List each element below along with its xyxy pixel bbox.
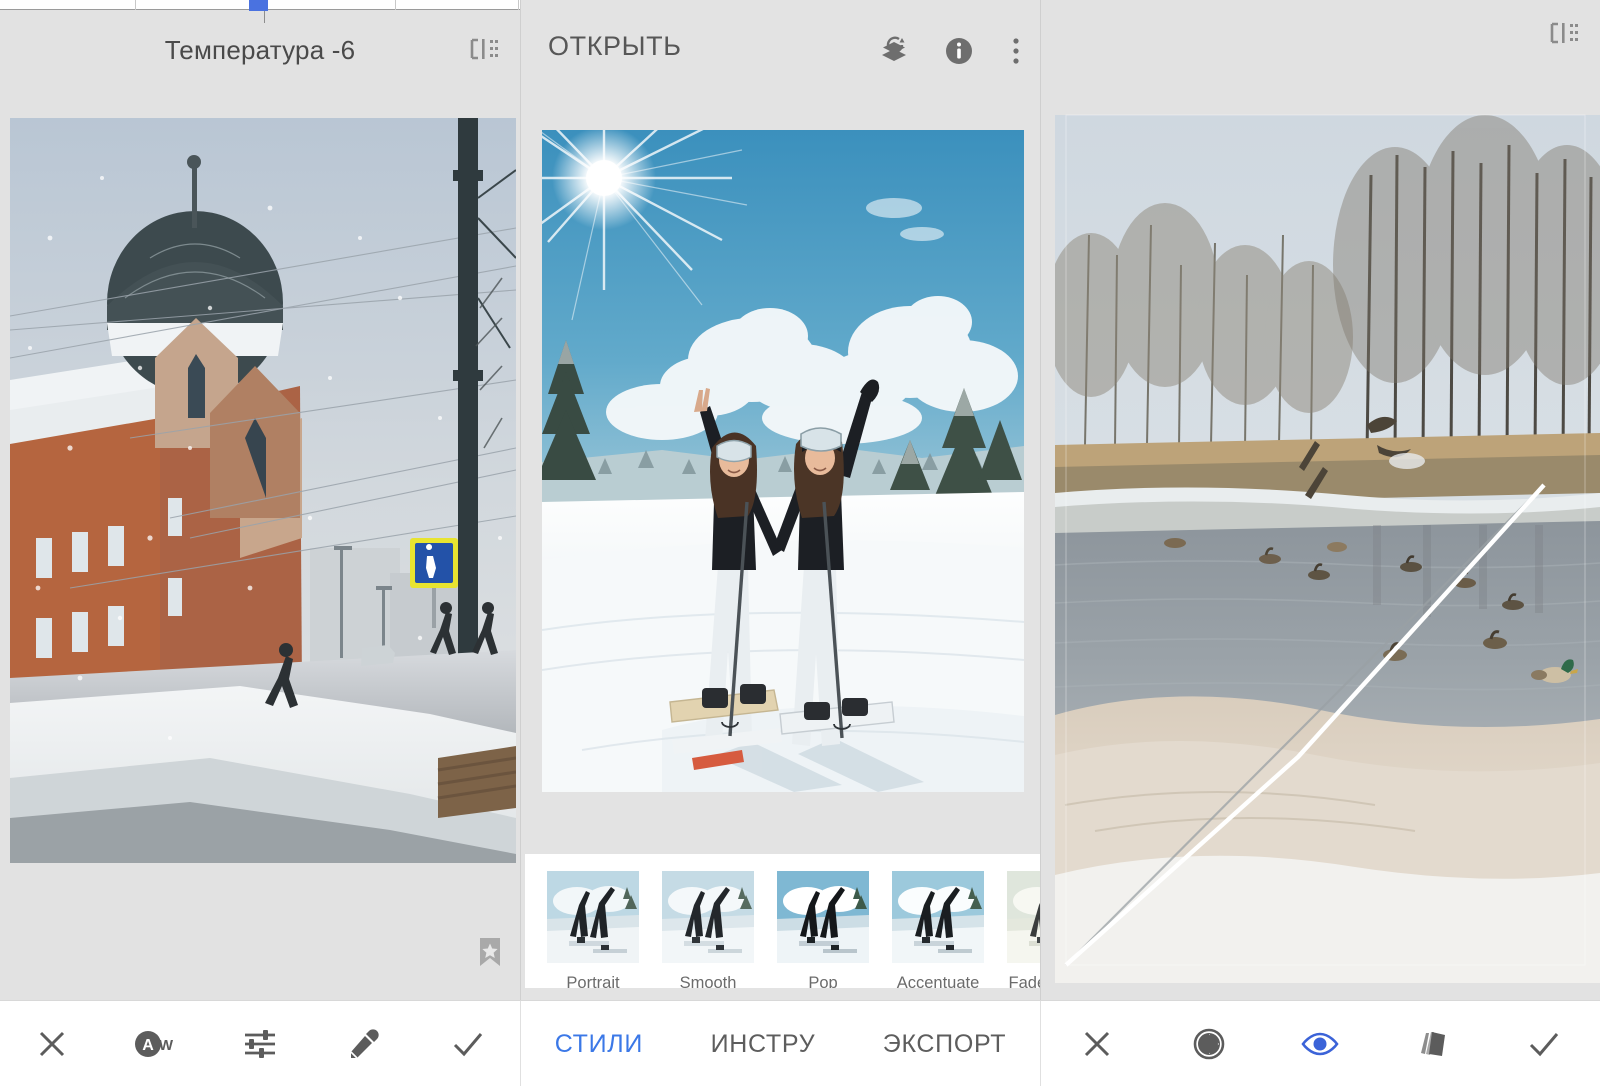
compare-split-icon[interactable] [1547, 18, 1581, 48]
aw-auto-white-balance-icon[interactable]: A W [126, 1014, 186, 1074]
slider-tick [518, 0, 519, 10]
center-tabs: СТИЛИ ИНСТРУ ЭКСПОРТ [520, 1001, 1040, 1086]
right-editor-panel [1040, 0, 1600, 1086]
style-label: Faded Glow [1008, 974, 1040, 988]
style-item-portrait[interactable]: Portrait [547, 871, 639, 988]
svg-text:W: W [159, 1037, 174, 1054]
bottom-toolbar: A W СТИЛИ ИНСТРУ ЭКСПОРТ [0, 1000, 1600, 1086]
sliders-icon[interactable] [230, 1014, 290, 1074]
style-thumbnail [777, 871, 869, 963]
style-thumbnail [1007, 871, 1040, 963]
slider-tick [135, 0, 136, 10]
eyedropper-icon[interactable] [334, 1014, 394, 1074]
tab-styles[interactable]: СТИЛИ [551, 1024, 647, 1065]
temperature-label: Температура -6 [164, 34, 356, 65]
compare-split-icon[interactable] [467, 34, 501, 64]
temperature-slider-handle[interactable] [249, 0, 268, 11]
style-thumbnail [662, 871, 754, 963]
style-label: Pop [808, 974, 838, 988]
close-x-icon[interactable] [22, 1014, 82, 1074]
right-toolbar [1040, 1001, 1600, 1086]
style-item-smooth[interactable]: Smooth [662, 871, 754, 988]
style-thumbnail [892, 871, 984, 963]
styles-strip: Portrait Smooth Pop Accentuate Fad [525, 853, 1040, 988]
center-photo[interactable] [542, 130, 1024, 792]
styles-row: Portrait Smooth Pop Accentuate Fad [547, 871, 1040, 988]
eye-icon[interactable] [1290, 1014, 1350, 1074]
info-circle-icon[interactable] [941, 33, 977, 69]
style-label: Smooth [679, 974, 737, 988]
right-photo[interactable] [1055, 115, 1600, 983]
style-thumbnail [547, 871, 639, 963]
more-vertical-icon[interactable] [998, 33, 1034, 69]
left-photo[interactable] [10, 118, 516, 863]
slider-tick [395, 0, 396, 10]
left-toolbar: A W [0, 1001, 520, 1086]
style-item-pop[interactable]: Pop [777, 871, 869, 988]
panel-divider-right [1040, 0, 1041, 1086]
center-panel-header: ОТКРЫТЬ [520, 9, 1040, 81]
close-x-icon[interactable] [1067, 1014, 1127, 1074]
checkmark-icon[interactable] [438, 1014, 498, 1074]
bookmark-star-icon[interactable] [477, 937, 503, 967]
contrast-circle-icon[interactable] [1179, 1014, 1239, 1074]
left-editor-panel: Температура -6 [0, 0, 520, 1086]
style-item-faded-glow[interactable]: Faded Glow [1007, 871, 1040, 988]
style-label: Accentuate [896, 974, 980, 988]
stack-card-icon[interactable] [1402, 1014, 1462, 1074]
checkmark-icon[interactable] [1514, 1014, 1574, 1074]
left-panel-header: Температура -6 [0, 11, 520, 89]
layers-undo-icon[interactable] [876, 33, 912, 69]
center-editor-panel: ОТКРЫТЬ Portrait Smooth Pop Accentuate F… [520, 0, 1040, 1086]
temperature-slider-stem [264, 11, 265, 23]
svg-text:A: A [142, 1037, 154, 1054]
open-title: ОТКРЫТЬ [548, 31, 682, 61]
app-screen: Температура -6 ОТКРЫТЬ Portrait Smooth P… [0, 0, 1600, 1086]
style-item-accentuate[interactable]: Accentuate [892, 871, 984, 988]
panel-divider-left [520, 0, 521, 1086]
style-label: Portrait [566, 974, 620, 988]
tab-export[interactable]: ЭКСПОРТ [879, 1024, 1010, 1065]
tab-tools[interactable]: ИНСТРУ [707, 1024, 820, 1065]
